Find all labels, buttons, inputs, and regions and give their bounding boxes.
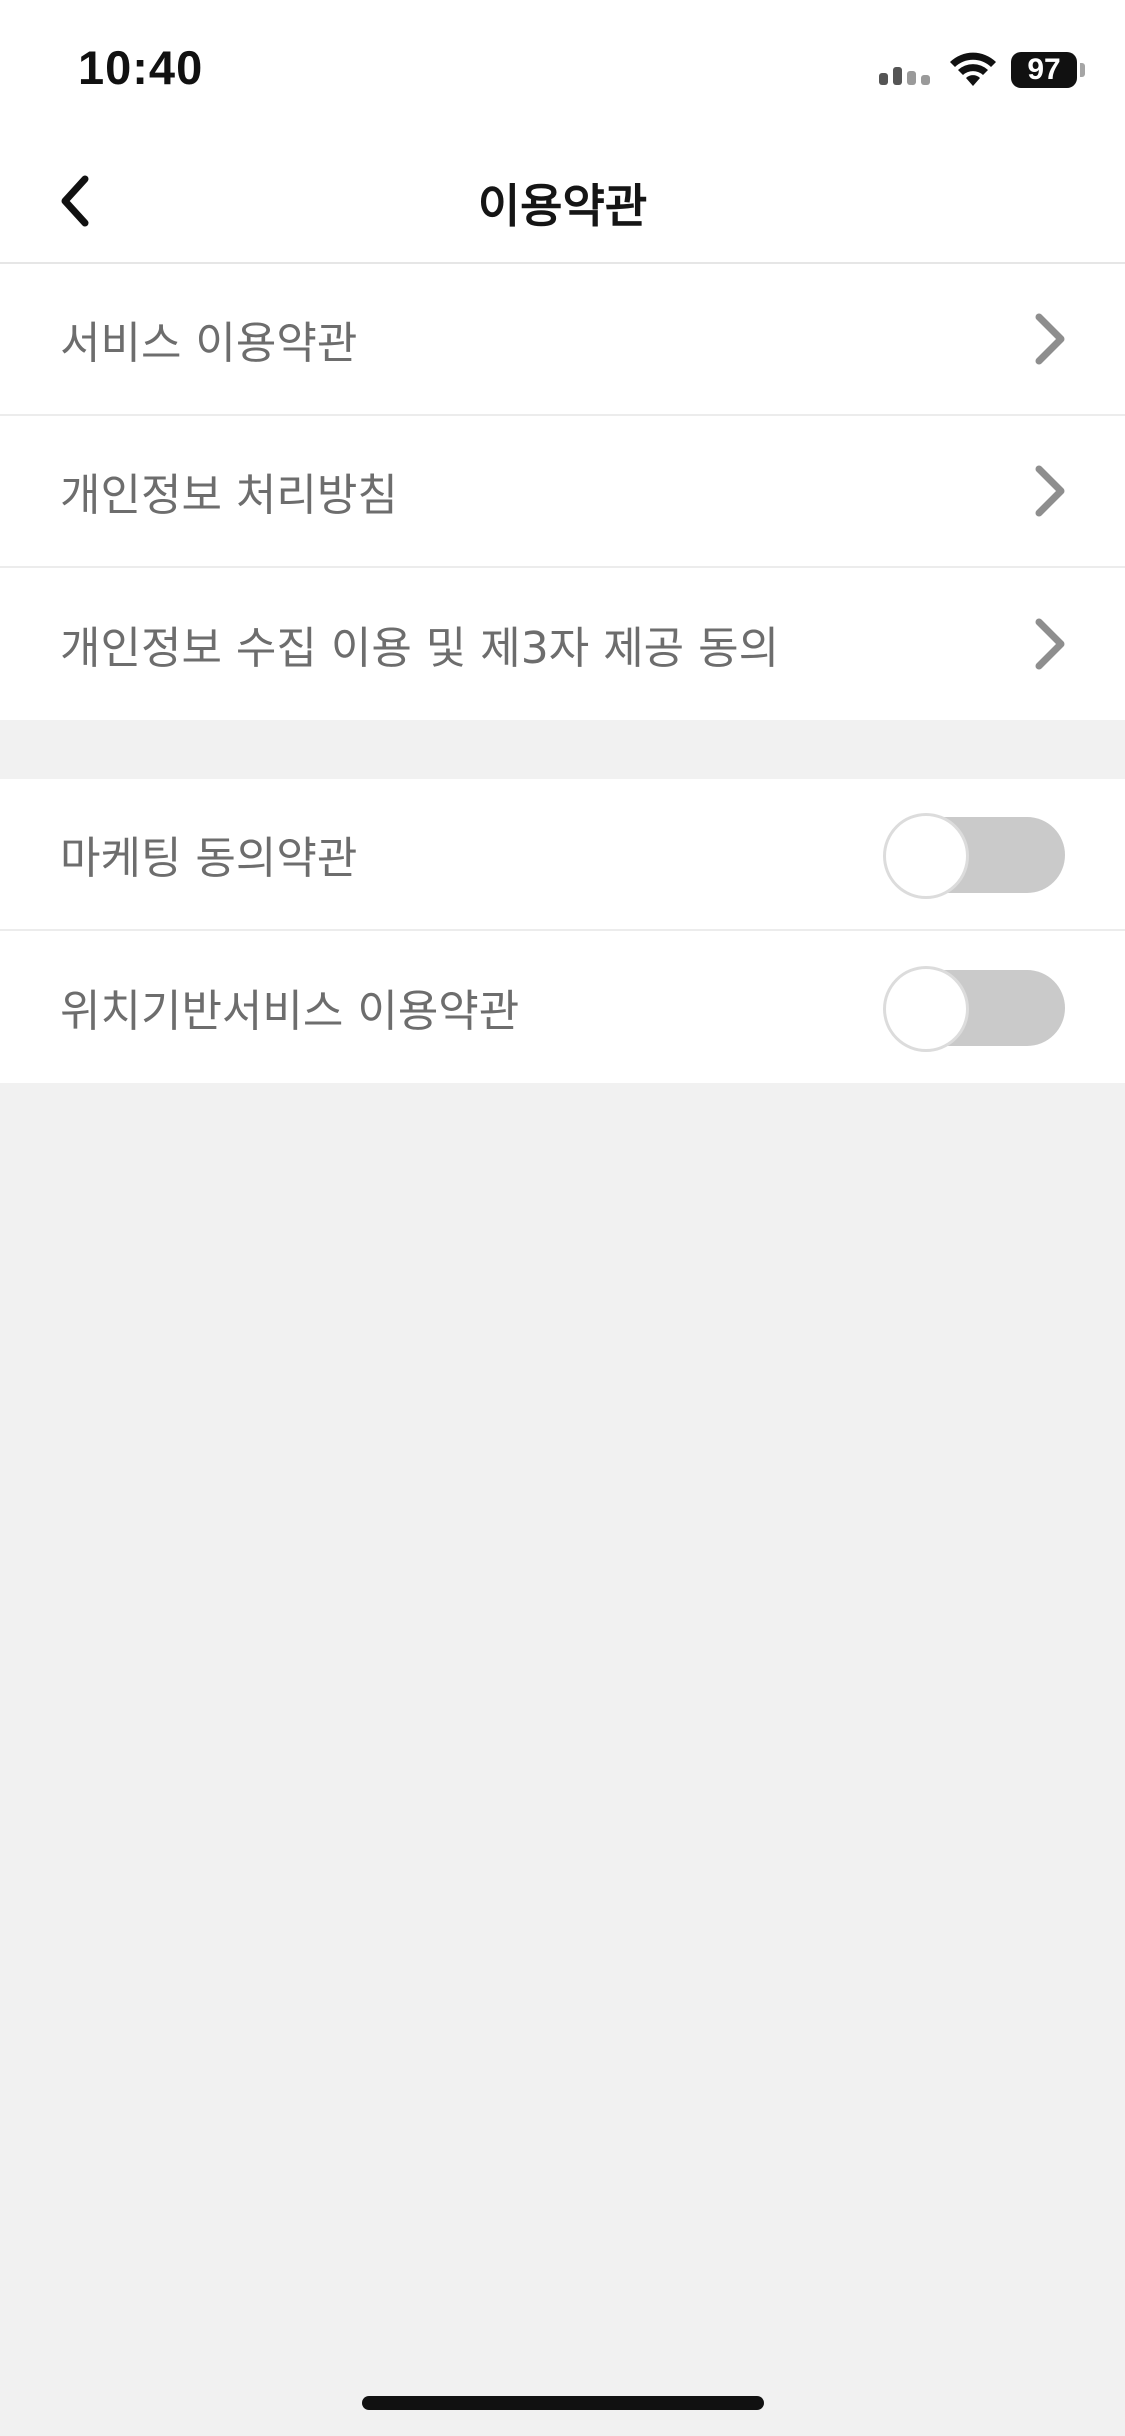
row-label: 서비스 이용약관 <box>60 318 358 369</box>
home-indicator[interactable] <box>362 2396 764 2410</box>
toggle-knob <box>883 813 969 899</box>
row-location-terms: 위치기반서비스 이용약관 <box>0 931 1125 1083</box>
row-privacy-policy[interactable]: 개인정보 처리방침 <box>0 416 1125 568</box>
nav-bar: 이용약관 <box>0 140 1125 264</box>
status-bar: 10:40 97 <box>0 0 1125 140</box>
row-marketing-consent: 마케팅 동의약관 <box>0 779 1125 931</box>
signal-icon <box>879 55 935 85</box>
chevron-right-icon <box>1035 313 1065 365</box>
row-label: 개인정보 처리방침 <box>60 470 398 521</box>
consent-list: 마케팅 동의약관 위치기반서비스 이용약관 <box>0 779 1125 1083</box>
row-label: 위치기반서비스 이용약관 <box>60 986 520 1037</box>
status-time: 10:40 <box>78 41 204 94</box>
row-service-terms[interactable]: 서비스 이용약관 <box>0 264 1125 416</box>
battery-icon: 97 <box>1011 52 1077 88</box>
chevron-right-icon <box>1035 618 1065 670</box>
page-title: 이용약관 <box>477 179 648 233</box>
location-toggle[interactable] <box>883 966 1065 1052</box>
row-privacy-third-party[interactable]: 개인정보 수집 이용 및 제3자 제공 동의 <box>0 568 1125 720</box>
wifi-icon <box>950 52 996 86</box>
chevron-right-icon <box>1035 465 1065 517</box>
toggle-knob <box>883 966 969 1052</box>
status-icons: 97 <box>879 50 1085 90</box>
terms-list: 서비스 이용약관 개인정보 처리방침 개인정보 수집 이용 및 제3자 제공 동… <box>0 264 1125 720</box>
marketing-toggle[interactable] <box>883 813 1065 899</box>
battery-nub <box>1080 63 1085 77</box>
battery-level: 97 <box>1027 53 1061 86</box>
row-label: 개인정보 수집 이용 및 제3자 제공 동의 <box>60 623 780 674</box>
row-label: 마케팅 동의약관 <box>60 833 358 884</box>
